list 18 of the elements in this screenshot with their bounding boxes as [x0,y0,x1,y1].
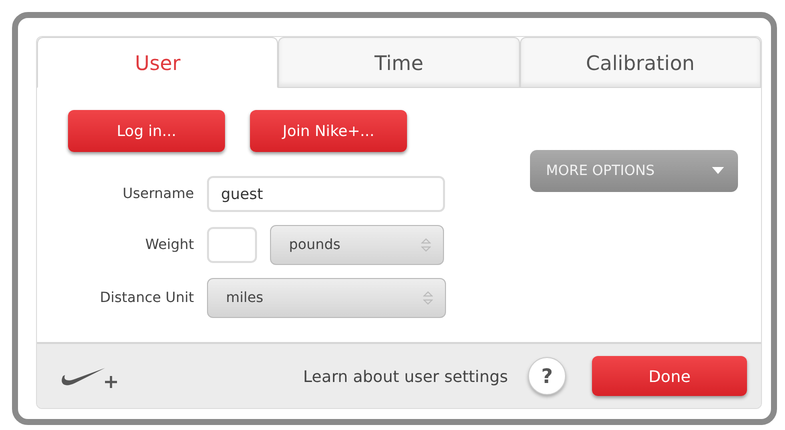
done-button[interactable]: Done [592,356,747,396]
login-button[interactable]: Log in... [68,110,225,152]
weight-field[interactable] [207,227,257,263]
field-label: Distance Unit [98,290,194,306]
tab[interactable]: Time [278,37,520,88]
distance-unit-select[interactable]: miles [207,278,446,318]
tab[interactable]: Calibration [520,37,761,88]
help-button[interactable]: ? [528,357,566,395]
field-label: Weight [144,237,194,253]
join-button[interactable]: Join Nike+... [250,110,407,152]
field-label: Username [122,186,194,202]
help-text: Learn about user settings [303,366,508,386]
stepper-icon [421,237,431,253]
caret-icon [712,167,724,175]
tab[interactable]: User [37,37,278,88]
stepper-icon [423,290,433,306]
unit-select[interactable]: pounds [270,225,444,265]
username-field[interactable]: guest [207,176,445,212]
